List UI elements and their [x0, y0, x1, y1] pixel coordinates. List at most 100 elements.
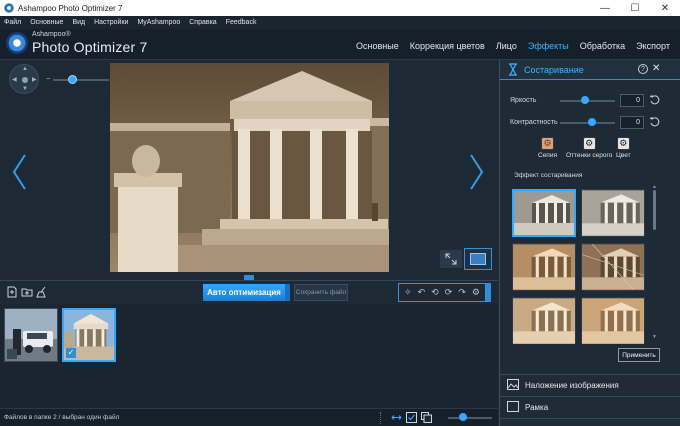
thumbnail-item[interactable]: ✓	[62, 308, 116, 362]
contrast-row: Контрастность 0	[510, 116, 670, 130]
mode-sepia[interactable]: ⚙ Сепия	[538, 137, 557, 159]
color-gear-icon: ⚙	[616, 137, 630, 150]
help-icon[interactable]: ?	[638, 64, 648, 74]
select-all-icon[interactable]	[406, 412, 417, 423]
sepia-gear-icon: ⚙	[540, 137, 554, 150]
effect-preset[interactable]	[512, 243, 576, 291]
tab-face[interactable]: Лицо	[496, 41, 517, 51]
effect-preset[interactable]	[512, 189, 576, 237]
open-folder-icon[interactable]	[21, 286, 33, 298]
auto-optimize-dropdown[interactable]	[285, 284, 290, 301]
grayscale-gear-icon: ⚙	[582, 137, 596, 150]
close-button[interactable]: ✕	[650, 0, 680, 16]
pan-down-icon[interactable]: ▼	[22, 86, 28, 92]
accordion-image-overlay-label: Наложение изображения	[525, 381, 619, 390]
reset-brightness-icon[interactable]	[649, 94, 661, 106]
brightness-value-field[interactable]: 0	[620, 94, 644, 107]
status-bar: Файлов в папке 2 / выбран один файл	[0, 408, 498, 426]
effect-preset[interactable]	[581, 243, 645, 291]
accordion-image-overlay[interactable]: Наложение изображения	[500, 374, 680, 394]
undo-all-icon[interactable]: ⟲	[431, 287, 439, 298]
zoom-slider[interactable]	[53, 79, 109, 81]
expand-icon	[445, 253, 457, 265]
mode-sepia-label: Сепия	[538, 152, 557, 159]
mode-grayscale[interactable]: ⚙ Оттенки серого	[566, 137, 612, 159]
minimize-button[interactable]: —	[590, 0, 620, 16]
contrast-value-field[interactable]: 0	[620, 116, 644, 129]
panel-close-icon[interactable]: ✕	[652, 63, 660, 74]
panel-title: Состаривание	[524, 65, 584, 75]
menu-basics[interactable]: Основные	[30, 19, 63, 26]
magic-wand-icon[interactable]: ✧	[404, 287, 412, 298]
undo-icon[interactable]: ↶	[418, 287, 426, 298]
app-icon	[4, 3, 14, 13]
app-logo-icon	[6, 32, 28, 54]
main-photo	[110, 63, 389, 272]
app-header: Ashampoo® Photo Optimizer 7 Основные Кор…	[0, 29, 680, 60]
pan-left-icon[interactable]: ◀	[12, 76, 17, 83]
thumbnail-item[interactable]	[4, 308, 58, 362]
pan-center-icon[interactable]	[22, 77, 28, 83]
effects-scrollbar[interactable]	[653, 190, 656, 230]
menu-settings[interactable]: Настройки	[94, 19, 128, 26]
save-file-button[interactable]: Сохранить файл	[294, 284, 348, 301]
compare-view-button[interactable]	[464, 248, 492, 270]
redo-icon[interactable]: ↷	[458, 287, 466, 298]
frame-icon	[507, 401, 519, 412]
new-file-icon[interactable]	[6, 286, 18, 298]
window-title: Ashampoo Photo Optimizer 7	[18, 3, 123, 13]
window-controls: — ☐ ✕	[590, 0, 680, 16]
effect-preset[interactable]	[581, 189, 645, 237]
thumbnail-size-knob[interactable]	[459, 413, 467, 421]
thumbnail-check-icon[interactable]: ✓	[66, 348, 76, 358]
tab-processing[interactable]: Обработка	[580, 41, 625, 51]
menu-feedback[interactable]: Feedback	[226, 19, 257, 26]
menu-view[interactable]: Вид	[72, 19, 85, 26]
zoom-slider-knob[interactable]	[68, 75, 77, 84]
history-dropdown[interactable]	[486, 283, 491, 302]
effect-preset[interactable]	[581, 297, 645, 344]
brightness-knob[interactable]	[580, 96, 589, 104]
main-tabs: Основные Коррекция цветов Лицо Эффекты О…	[345, 41, 670, 51]
settings-gear-icon[interactable]: ⚙	[472, 287, 480, 298]
fullscreen-button[interactable]	[440, 250, 462, 268]
menu-myashampoo[interactable]: MyAshampoo	[137, 19, 180, 26]
effect-preset[interactable]	[512, 297, 576, 344]
thumbnail-size-slider[interactable]	[448, 417, 492, 419]
redo-all-icon[interactable]: ⟳	[445, 287, 453, 298]
image-overlay-icon	[507, 379, 519, 390]
preview-area: ▲ ▼ ◀ ▶ − +	[0, 60, 498, 278]
tab-export[interactable]: Экспорт	[636, 41, 670, 51]
reset-contrast-icon[interactable]	[649, 116, 661, 128]
tab-basics[interactable]: Основные	[356, 41, 399, 51]
pan-right-icon[interactable]: ▶	[32, 76, 37, 83]
brightness-label: Яркость	[510, 97, 537, 104]
deselect-icon[interactable]	[421, 412, 432, 423]
contrast-knob[interactable]	[587, 118, 596, 126]
thumbnail-checkbox[interactable]	[7, 349, 17, 359]
pan-navigator[interactable]: ▲ ▼ ◀ ▶	[9, 64, 39, 94]
zoom-out-icon[interactable]: −	[46, 74, 51, 83]
menu-bar: Файл Основные Вид Настройки MyAshampoo С…	[0, 16, 680, 29]
brand-small: Ashampoo®	[32, 31, 71, 38]
pan-up-icon[interactable]: ▲	[22, 66, 28, 72]
fit-width-icon[interactable]	[391, 412, 402, 423]
mode-color[interactable]: ⚙ Цвет	[616, 137, 631, 159]
scroll-down-icon[interactable]: ▼	[652, 334, 657, 340]
clear-broom-icon[interactable]	[36, 286, 48, 298]
panel-header: Состаривание ? ✕	[500, 60, 680, 80]
brand-title: Photo Optimizer 7	[32, 39, 148, 55]
maximize-button[interactable]: ☐	[620, 0, 650, 16]
history-controls: ✧ ↶ ⟲ ⟳ ↷ ⚙	[398, 283, 486, 302]
apply-button[interactable]: Применить	[618, 348, 660, 362]
previous-image-icon[interactable]	[10, 152, 30, 192]
accordion-frame[interactable]: Рамка	[500, 396, 680, 416]
auto-optimize-button[interactable]: Авто оптимизация	[203, 284, 285, 301]
tab-color-correction[interactable]: Коррекция цветов	[410, 41, 485, 51]
menu-file[interactable]: Файл	[4, 19, 21, 26]
accordion-next[interactable]	[500, 418, 680, 426]
tab-effects[interactable]: Эффекты	[528, 41, 569, 51]
next-image-icon[interactable]	[466, 152, 486, 192]
menu-help[interactable]: Справка	[189, 19, 216, 26]
tone-modes: ⚙ Сепия ⚙ Оттенки серого ⚙ Цвет	[500, 137, 680, 167]
